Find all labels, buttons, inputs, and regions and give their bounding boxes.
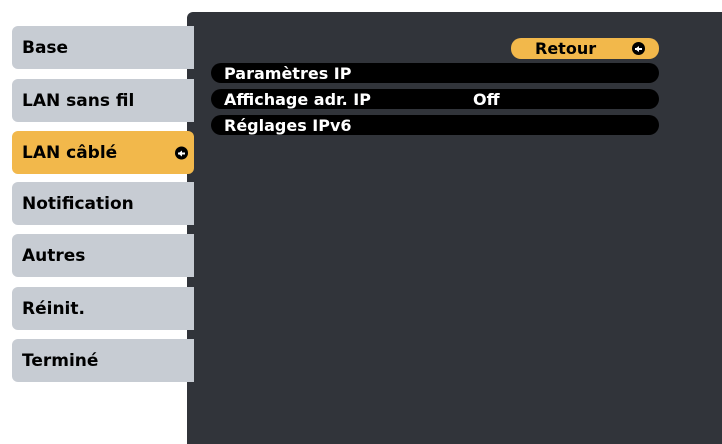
menu-item-label: Notification [22, 193, 134, 214]
menu-item-label: Base [22, 37, 69, 58]
menu-item-base[interactable]: Base [12, 26, 194, 69]
back-button[interactable]: Retour [511, 38, 659, 59]
menu-item-label: Réinit. [22, 298, 85, 319]
enter-icon [632, 42, 645, 55]
menu-item-autres[interactable]: Autres [12, 234, 194, 277]
menu-item-reinit[interactable]: Réinit. [12, 287, 194, 330]
back-button-label: Retour [535, 39, 597, 58]
row-label: Paramètres IP [224, 63, 352, 83]
row-reglages-ipv6[interactable]: Réglages IPv6 [211, 115, 659, 135]
menu-item-label: LAN sans fil [22, 90, 135, 111]
menu-item-lan-cable[interactable]: LAN câblé [12, 131, 194, 174]
row-affichage-adr-ip[interactable]: Affichage adr. IP Off [211, 89, 659, 109]
row-value: Off [473, 89, 500, 109]
menu-item-label: Terminé [22, 350, 99, 371]
menu-item-label: Autres [22, 245, 86, 266]
menu-item-notification[interactable]: Notification [12, 182, 194, 225]
menu-item-label: LAN câblé [22, 142, 118, 163]
row-label: Affichage adr. IP [224, 89, 371, 109]
row-label: Réglages IPv6 [224, 115, 352, 135]
enter-icon [175, 146, 188, 159]
menu-item-termine[interactable]: Terminé [12, 339, 194, 382]
menu-item-lan-sans-fil[interactable]: LAN sans fil [12, 79, 194, 122]
row-parametres-ip[interactable]: Paramètres IP [211, 63, 659, 83]
